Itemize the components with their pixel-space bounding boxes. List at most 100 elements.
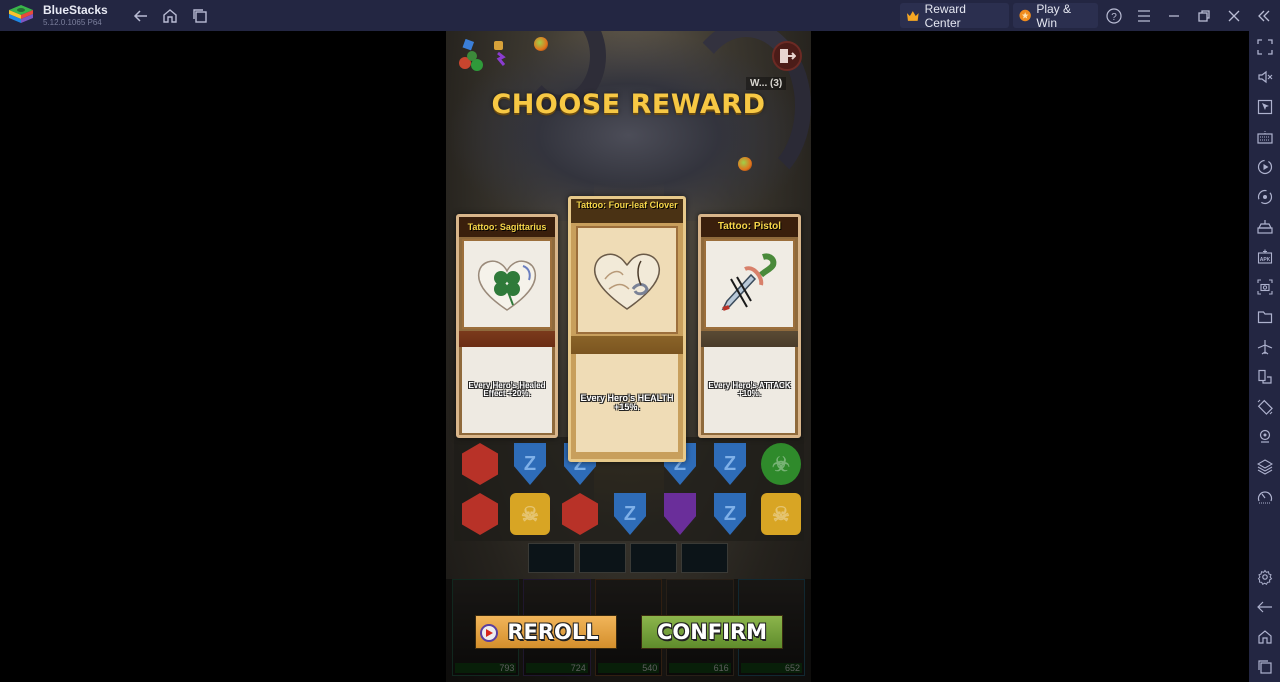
fullscreen-icon (1256, 38, 1273, 55)
sidebar-item-home[interactable] (1255, 627, 1274, 646)
keyboard-icon (1256, 130, 1273, 144)
title-bar: BlueStacks 5.12.0.1065 P64 Reward Center… (0, 0, 1280, 31)
exit-door-icon (780, 49, 796, 63)
sidebar-item-install-apk[interactable]: APK (1255, 247, 1274, 266)
restore-button[interactable] (1194, 6, 1214, 26)
record-icon (1257, 159, 1272, 174)
arrow-left-icon (1256, 601, 1272, 612)
sidebar-item-sync[interactable] (1255, 187, 1274, 206)
clover-heart-tattoo-art (462, 239, 552, 329)
sidebar-item-files[interactable] (1255, 307, 1274, 326)
reward-card[interactable]: Tattoo: Sagittarius Every Hero's Healed … (456, 214, 558, 438)
sidebar: APK (1249, 31, 1280, 682)
gem-blue: Z (514, 443, 546, 485)
dragon-orb (534, 37, 548, 51)
recents-icon (193, 9, 207, 23)
home-button[interactable] (160, 6, 180, 26)
video-ad-play-icon (480, 624, 498, 642)
menu-button[interactable] (1134, 6, 1154, 26)
sidebar-item-rotate[interactable] (1255, 397, 1274, 416)
skill-slot (528, 543, 575, 573)
camera-icon (1256, 278, 1273, 295)
sidebar-item-airplane[interactable] (1255, 337, 1274, 356)
sidebar-item-volume[interactable] (1255, 67, 1274, 86)
arrow-left-icon (133, 10, 147, 22)
card-divider (571, 336, 683, 354)
multi-instance-icon (1257, 369, 1272, 384)
sidebar-item-location[interactable] (1255, 427, 1274, 446)
sidebar-item-settings[interactable] (1255, 567, 1274, 586)
exit-button[interactable] (772, 41, 802, 71)
play-win-icon (1019, 9, 1031, 22)
sidebar-item-layers[interactable] (1255, 457, 1274, 476)
skill-slot (681, 543, 728, 573)
speedometer-icon (1257, 490, 1272, 503)
dagger-tattoo-art (704, 239, 795, 329)
minimize-icon (1169, 15, 1179, 17)
reward-card-description: Every Hero's HEALTH +15%. (576, 354, 678, 452)
app-version: 5.12.0.1065 P64 (43, 18, 102, 27)
gem-purple (664, 493, 696, 535)
gem-blue: Z (714, 493, 746, 535)
help-button[interactable]: ? (1104, 6, 1124, 26)
sidebar-item-performance[interactable] (1255, 487, 1274, 506)
sidebar-item-back[interactable] (1255, 597, 1274, 616)
minimize-button[interactable] (1164, 6, 1184, 26)
crown-icon (906, 10, 919, 21)
reward-center-label: Reward Center (924, 1, 966, 30)
controls-icon (1256, 219, 1273, 234)
game-viewport[interactable]: W... (3) CHOOSE REWARD Z Z Z Z ☣ ☠ Z Z ☠… (446, 31, 811, 682)
gem-red (462, 493, 498, 535)
folder-icon (1257, 310, 1272, 323)
skill-slot (630, 543, 677, 573)
home-icon (163, 9, 177, 23)
apk-icon: APK (1257, 249, 1272, 264)
close-button[interactable] (1224, 6, 1244, 26)
pointer-icon (1257, 99, 1272, 114)
recents-button[interactable] (190, 6, 210, 26)
play-win-button[interactable]: Play & Win (1013, 1, 1098, 30)
reward-card-title: Tattoo: Pistol (701, 217, 798, 237)
wave-heart-tattoo-art (576, 226, 678, 334)
gem-blue: Z (614, 493, 646, 535)
restore-icon (1198, 10, 1210, 22)
bluestacks-logo (9, 5, 33, 27)
gear-icon (1257, 569, 1272, 585)
sidebar-item-multi-instance[interactable] (1255, 367, 1274, 386)
sidebar-item-game-controls[interactable] (1255, 217, 1274, 236)
skill-slot (579, 543, 626, 573)
reward-card-title: Tattoo: Sagittarius (459, 217, 555, 237)
gem-red (562, 493, 598, 535)
sidebar-item-macro[interactable] (1255, 157, 1274, 176)
sidebar-item-keyboard[interactable] (1255, 127, 1274, 146)
sidebar-item-fullscreen[interactable] (1255, 37, 1274, 56)
sidebar-item-screenshot[interactable] (1255, 277, 1274, 296)
card-divider (459, 331, 555, 347)
gem-match-icon[interactable] (458, 38, 513, 73)
confirm-label: CONFIRM (656, 620, 768, 644)
home-icon (1257, 629, 1272, 644)
dragon-orb (738, 157, 752, 171)
rotate-screen-icon (1257, 399, 1273, 415)
layers-icon (1256, 458, 1273, 475)
close-icon (1228, 10, 1240, 22)
reroll-button[interactable]: REROLL (475, 615, 617, 649)
collapse-sidebar-icon (1258, 10, 1270, 22)
sidebar-item-recents[interactable] (1255, 657, 1274, 676)
recents-icon (1257, 659, 1272, 674)
sidebar-item-pointer[interactable] (1255, 97, 1274, 116)
play-win-label: Play & Win (1036, 1, 1072, 30)
reward-card-title: Tattoo: Four-leaf Clover (571, 199, 683, 223)
reward-card[interactable]: Tattoo: Pistol Every Hero's ATTACK +10%. (698, 214, 801, 438)
gem-yellow: ☠ (761, 493, 801, 535)
back-button[interactable] (131, 6, 151, 26)
gem-red (462, 443, 498, 485)
app-title: BlueStacks (43, 3, 108, 17)
gem-yellow: ☠ (510, 493, 550, 535)
mute-icon (1257, 70, 1272, 83)
confirm-button[interactable]: CONFIRM (641, 615, 783, 649)
choose-reward-title: CHOOSE REWARD (491, 89, 766, 120)
reward-card-selected[interactable]: Tattoo: Four-leaf Clover Every Hero's HE… (568, 196, 686, 462)
collapse-sidebar-button[interactable] (1254, 6, 1274, 26)
reward-center-button[interactable]: Reward Center (900, 1, 1009, 30)
